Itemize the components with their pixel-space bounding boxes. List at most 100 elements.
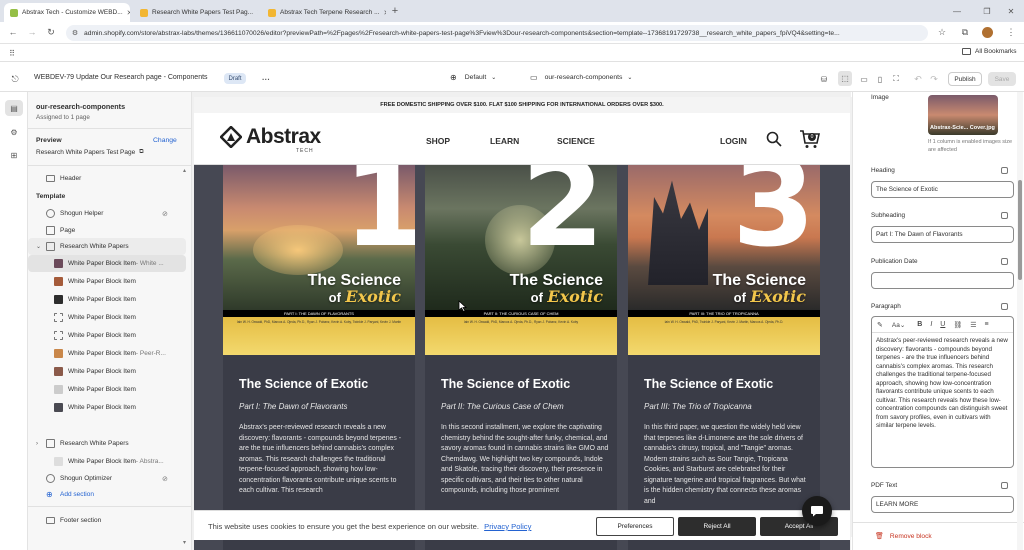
block-white-paper-7[interactable]: White Paper Block Item xyxy=(28,363,186,380)
chat-bubble-icon[interactable] xyxy=(802,496,832,526)
link-icon[interactable]: ⛓ xyxy=(953,321,962,329)
remove-block-button[interactable]: 🗑 Remove block xyxy=(875,532,932,541)
exit-icon[interactable]: ⎋ xyxy=(8,72,22,86)
theme-style-selector[interactable]: ⊕ Default ⌄ xyxy=(450,73,496,82)
block-white-paper-10[interactable]: White Paper Block Item - Abstra... xyxy=(28,453,186,470)
preview-page[interactable]: Research White Papers Test Page ⧉ xyxy=(36,149,144,156)
scroll-down-icon[interactable]: ▾ xyxy=(183,539,186,546)
paragraph-editor[interactable]: ✎ Aa⌄ B I U ⛓ ☰ ≡ Abstrax's peer-reviewe… xyxy=(871,316,1014,468)
database-icon[interactable]: ⛁ xyxy=(818,73,830,85)
dynamic-source-icon[interactable] xyxy=(1001,258,1008,265)
desktop-icon[interactable]: ▭ xyxy=(858,73,870,85)
profile-avatar[interactable] xyxy=(982,27,993,38)
publish-button[interactable]: Publish xyxy=(948,72,982,86)
italic-icon[interactable]: I xyxy=(930,321,932,328)
browser-tab-customize[interactable]: Abstrax Tech - Customize WEBD... ✕ xyxy=(4,3,130,22)
magic-icon[interactable]: ✎ xyxy=(877,321,883,329)
close-icon[interactable]: ✕ xyxy=(123,9,130,17)
store-logo-text[interactable]: Abstrax xyxy=(246,125,321,149)
block-white-paper-3[interactable]: White Paper Block Item xyxy=(28,291,186,308)
white-paper-card-1[interactable]: 1 The Science of Exotic PART I: THE DAWN … xyxy=(223,165,415,550)
dynamic-source-icon[interactable] xyxy=(1001,482,1008,489)
maximize-icon[interactable]: ❐ xyxy=(980,4,994,18)
section-research-white-papers-2[interactable]: › Research White Papers xyxy=(28,435,186,452)
block-white-paper-2[interactable]: White Paper Block Item xyxy=(28,273,186,290)
section-page[interactable]: Page xyxy=(28,222,186,239)
all-bookmarks[interactable]: All Bookmarks xyxy=(962,48,1017,55)
cover-image[interactable]: 1 The Science of Exotic PART I: THE DAWN … xyxy=(223,165,415,355)
mobile-icon[interactable]: ▯ xyxy=(874,73,886,85)
cookie-reject-button[interactable]: Reject All xyxy=(678,517,756,536)
bookmark-star-icon[interactable]: ☆ xyxy=(935,25,949,39)
section-research-white-papers[interactable]: ⌄ Research White Papers xyxy=(28,238,186,255)
underline-icon[interactable]: U xyxy=(940,321,945,328)
more-actions-icon[interactable]: ··· xyxy=(258,72,274,86)
subheading-input[interactable]: Part I: The Dawn of Flavorants xyxy=(871,226,1014,243)
heading-input[interactable]: The Science of Exotic xyxy=(871,181,1014,198)
apps-grid-icon[interactable]: ⠿ xyxy=(6,47,18,59)
section-shogun-optimizer[interactable]: Shogun Optimizer ⊘ xyxy=(28,470,186,487)
scrollbar-thumb[interactable] xyxy=(1018,180,1022,280)
add-section-button[interactable]: ⊕ Add section xyxy=(28,486,186,503)
image-preview[interactable]: Abstrax-Scie... Cover.jpg xyxy=(928,95,998,135)
dynamic-source-icon[interactable] xyxy=(1001,212,1008,219)
site-info-icon[interactable]: ⚙ xyxy=(70,28,80,38)
dynamic-source-icon[interactable] xyxy=(1001,303,1008,310)
bold-icon[interactable]: B xyxy=(917,321,922,328)
cookie-preferences-button[interactable]: Preferences xyxy=(596,517,674,536)
chevron-down-icon[interactable]: ⌄ xyxy=(36,243,46,250)
close-icon[interactable]: ✕ xyxy=(379,9,386,17)
settings-scrollbar[interactable] xyxy=(1017,92,1023,550)
block-white-paper-4[interactable]: White Paper Block Item xyxy=(28,309,186,326)
minimize-icon[interactable]: — xyxy=(950,4,964,18)
pdf-text-input[interactable]: LEARN MORE xyxy=(871,496,1014,513)
sections-icon[interactable]: ▤ xyxy=(5,100,23,116)
browser-tab-research[interactable]: Research White Papers Test Pag... ✕ xyxy=(134,3,258,22)
publication-date-input[interactable] xyxy=(871,272,1014,289)
template-selector[interactable]: ▭ our-research-components ⌄ xyxy=(530,73,632,82)
menu-kebab-icon[interactable]: ⋮ xyxy=(1004,25,1018,39)
search-icon[interactable] xyxy=(766,131,782,147)
white-paper-card-2[interactable]: 2 The Science of Exotic PART II: THE CURI… xyxy=(425,165,617,550)
cover-image[interactable]: 3 The Science of Exotic PART III: THE TRI… xyxy=(628,165,820,355)
save-button[interactable]: Save xyxy=(988,72,1016,86)
visibility-off-icon[interactable]: ⊘ xyxy=(162,475,168,483)
theme-settings-icon[interactable]: ⚙ xyxy=(5,124,23,140)
back-icon[interactable]: ← xyxy=(6,25,20,39)
section-header[interactable]: Header xyxy=(28,170,186,187)
section-footer[interactable]: Footer section xyxy=(28,512,186,529)
close-icon[interactable]: ✕ xyxy=(253,9,258,17)
chevron-right-icon[interactable]: › xyxy=(36,441,46,447)
redo-icon[interactable]: ↷ xyxy=(928,73,940,85)
visibility-off-icon[interactable]: ⊘ xyxy=(162,210,168,218)
dynamic-source-icon[interactable] xyxy=(1001,167,1008,174)
forward-icon[interactable]: → xyxy=(25,25,39,39)
close-window-icon[interactable]: ✕ xyxy=(1004,4,1018,18)
section-shogun-helper[interactable]: Shogun Helper ⊘ xyxy=(28,205,186,222)
text-style-icon[interactable]: Aa⌄ xyxy=(892,321,905,329)
apps-icon[interactable]: ⊞ xyxy=(5,147,23,163)
url-field[interactable]: ⚙ admin.shopify.com/store/abstrax-labs/t… xyxy=(66,25,928,41)
undo-icon[interactable]: ↶ xyxy=(912,73,924,85)
browser-tab-terpene[interactable]: Abstrax Tech Terpene Research ... ✕ xyxy=(262,3,386,22)
extension-icon[interactable]: ⧉ xyxy=(958,25,972,39)
cart-icon[interactable]: 0 xyxy=(799,129,821,149)
change-link[interactable]: Change xyxy=(153,137,177,144)
privacy-policy-link[interactable]: Privacy Policy xyxy=(484,522,531,531)
white-paper-card-3[interactable]: 3 The Science of Exotic PART III: THE TRI… xyxy=(628,165,820,550)
block-white-paper-1[interactable]: White Paper Block Item - White ... xyxy=(28,255,186,272)
login-link[interactable]: LOGIN xyxy=(720,136,747,146)
nav-shop[interactable]: SHOP xyxy=(426,136,450,146)
fullscreen-icon[interactable]: ⛶ xyxy=(890,73,902,85)
bullet-list-icon[interactable]: ☰ xyxy=(970,321,976,329)
block-white-paper-8[interactable]: White Paper Block Item xyxy=(28,381,186,398)
reload-icon[interactable]: ↻ xyxy=(44,25,58,39)
block-white-paper-5[interactable]: White Paper Block Item xyxy=(28,327,186,344)
nav-science[interactable]: SCIENCE xyxy=(557,136,595,146)
nav-learn[interactable]: LEARN xyxy=(490,136,519,146)
block-white-paper-6[interactable]: White Paper Block Item - Peer-R... xyxy=(28,345,186,362)
numbered-list-icon[interactable]: ≡ xyxy=(985,321,989,328)
inspector-icon[interactable]: ⬚ xyxy=(838,71,852,86)
block-white-paper-9[interactable]: White Paper Block Item xyxy=(28,399,186,416)
new-tab-icon[interactable]: + xyxy=(388,4,402,18)
